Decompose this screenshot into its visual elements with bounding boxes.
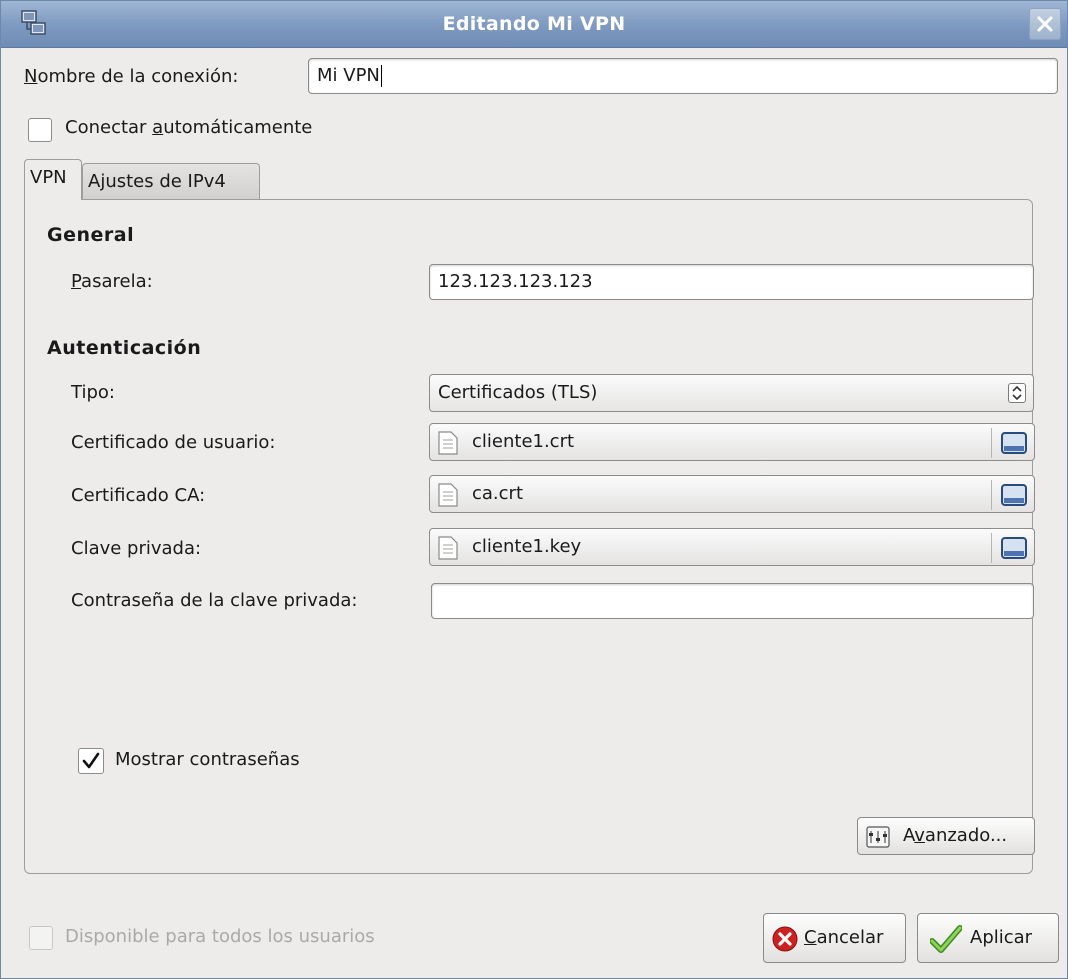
ca-cert-filename: ca.crt bbox=[472, 483, 524, 504]
label-text: ancelar bbox=[816, 927, 884, 948]
private-key-file-chooser[interactable]: cliente1.key bbox=[429, 528, 1035, 566]
ca-cert-label: Certificado CA: bbox=[71, 485, 206, 506]
gateway-input[interactable]: 123.123.123.123 bbox=[429, 264, 1034, 300]
mnemonic-letter: P bbox=[71, 271, 82, 292]
text-file-icon bbox=[438, 431, 458, 455]
autoconnect-checkbox[interactable] bbox=[28, 118, 52, 142]
ca-cert-file-chooser[interactable]: ca.crt bbox=[429, 475, 1035, 513]
label-text: Conectar bbox=[65, 117, 153, 138]
user-cert-filename: cliente1.crt bbox=[472, 431, 575, 452]
show-passwords-checkbox[interactable] bbox=[78, 748, 104, 774]
key-password-label: Contraseña de la clave privada: bbox=[71, 590, 358, 611]
mnemonic-letter: a bbox=[152, 117, 164, 138]
advanced-settings-icon bbox=[866, 826, 890, 848]
folder-browse-icon[interactable] bbox=[1000, 482, 1028, 508]
input-value: Mi VPN bbox=[317, 65, 380, 86]
gateway-label: Pasarela: bbox=[71, 271, 153, 292]
title-bar[interactable]: Editando Mi VPN bbox=[1, 1, 1067, 48]
folder-browse-icon[interactable] bbox=[1000, 535, 1028, 561]
text-cursor bbox=[380, 65, 382, 87]
connection-name-input[interactable]: Mi VPN bbox=[308, 58, 1058, 94]
auth-type-select[interactable]: Certificados (TLS) bbox=[429, 374, 1034, 412]
vpn-tab-panel: General Pasarela: 123.123.123.123 Autent… bbox=[24, 199, 1035, 874]
dialog-window: Editando Mi VPN Nombre de la conexión: M… bbox=[0, 0, 1068, 979]
separator bbox=[991, 428, 992, 458]
apply-button-label: Aplicar bbox=[970, 927, 1033, 948]
autoconnect-label[interactable]: Conectar automáticamente bbox=[65, 117, 312, 138]
close-button[interactable] bbox=[1029, 8, 1061, 40]
user-cert-label: Certificado de usuario: bbox=[71, 432, 276, 453]
all-users-label[interactable]: Disponible para todos los usuarios bbox=[65, 926, 375, 947]
text-file-icon bbox=[438, 483, 458, 507]
mnemonic-letter: C bbox=[804, 927, 817, 948]
private-key-filename: cliente1.key bbox=[472, 536, 582, 557]
type-label: Tipo: bbox=[71, 382, 115, 403]
advanced-button-label: Avanzado... bbox=[903, 818, 1007, 854]
cancel-button[interactable]: Cancelar bbox=[763, 913, 906, 963]
show-passwords-label[interactable]: Mostrar contraseñas bbox=[115, 749, 300, 770]
label-text: asarela: bbox=[81, 271, 153, 292]
close-icon bbox=[1037, 16, 1053, 32]
checkmark-icon bbox=[930, 925, 962, 953]
tab-ipv4-settings[interactable]: Ajustes de IPv4 bbox=[82, 163, 260, 199]
window-title: Editando Mi VPN bbox=[442, 13, 626, 35]
checkmark-icon bbox=[82, 752, 100, 769]
private-key-label: Clave privada: bbox=[71, 538, 202, 559]
separator bbox=[991, 533, 992, 563]
all-users-checkbox[interactable] bbox=[29, 926, 53, 950]
apply-button[interactable]: Aplicar bbox=[917, 913, 1059, 963]
separator bbox=[991, 480, 992, 510]
tab-vpn[interactable]: VPN bbox=[24, 159, 82, 200]
authentication-heading: Autenticación bbox=[47, 337, 202, 359]
connection-name-label: Nombre de la conexión: bbox=[24, 66, 238, 87]
text-file-icon bbox=[438, 536, 458, 560]
label-text: utomáticamente bbox=[163, 117, 313, 138]
folder-browse-icon[interactable] bbox=[1000, 430, 1028, 456]
key-password-input[interactable] bbox=[431, 583, 1034, 619]
mnemonic-letter: N bbox=[24, 66, 38, 87]
cancel-icon bbox=[772, 926, 798, 952]
label-text: ombre de la conexión: bbox=[37, 66, 239, 87]
selected-value: Certificados (TLS) bbox=[438, 382, 598, 403]
general-heading: General bbox=[47, 224, 135, 246]
label-text: anzado... bbox=[924, 825, 1008, 846]
combo-arrows-icon bbox=[1008, 383, 1026, 403]
label-text: A bbox=[903, 825, 915, 846]
user-cert-file-chooser[interactable]: cliente1.crt bbox=[429, 423, 1035, 461]
advanced-button[interactable]: Avanzado... bbox=[857, 817, 1035, 855]
cancel-button-label: Cancelar bbox=[804, 927, 883, 948]
mnemonic-letter: v bbox=[914, 825, 925, 846]
